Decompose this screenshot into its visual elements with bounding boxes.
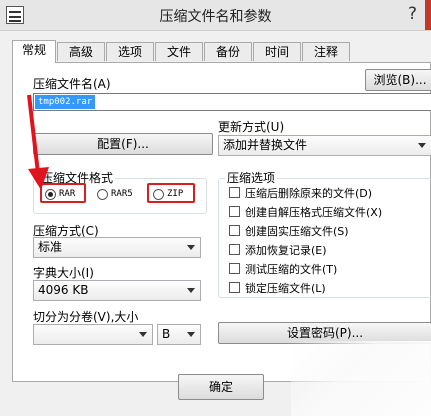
split-volumes-label: 切分为分卷(V),大小 bbox=[33, 310, 139, 324]
solid-label: 创建固实压缩文件(S) bbox=[245, 225, 349, 238]
recovery-record-label: 添加恢复记录(E) bbox=[245, 244, 327, 257]
chevron-down-icon bbox=[187, 245, 195, 250]
recovery-record-checkbox[interactable] bbox=[229, 244, 240, 255]
update-mode-label: 更新方式(U) bbox=[218, 120, 285, 134]
split-size-select[interactable] bbox=[33, 324, 153, 345]
split-unit-select[interactable]: B bbox=[157, 324, 201, 345]
lock-archive-checkbox[interactable] bbox=[229, 282, 240, 293]
dictionary-size-value: 4096 KB bbox=[38, 283, 89, 297]
chevron-down-icon bbox=[187, 332, 195, 337]
compression-method-value: 标准 bbox=[38, 240, 63, 254]
test-files-label: 测试压缩的文件(T) bbox=[245, 263, 338, 276]
tab-options[interactable]: 选项 bbox=[106, 42, 154, 61]
tab-general[interactable]: 常规 bbox=[12, 40, 56, 63]
delete-after-checkbox[interactable] bbox=[229, 187, 240, 198]
update-mode-select[interactable]: 添加并替换文件 bbox=[218, 135, 431, 156]
solid-checkbox[interactable] bbox=[229, 225, 240, 236]
profiles-button[interactable]: 配置(F)... bbox=[33, 133, 213, 155]
help-icon[interactable]: ? bbox=[408, 4, 417, 24]
tab-backup[interactable]: 备份 bbox=[204, 42, 252, 61]
format-rar5-label: RAR5 bbox=[111, 189, 133, 199]
zip-highlight-box bbox=[147, 183, 195, 203]
dictionary-size-select[interactable]: 4096 KB bbox=[33, 280, 201, 301]
general-tab-panel: 压缩文件名(A) 浏览(B)... tmp002.rar 配置(F)... 更新… bbox=[12, 62, 431, 382]
update-mode-value: 添加并替换文件 bbox=[223, 138, 308, 152]
test-files-checkbox[interactable] bbox=[229, 263, 240, 274]
chevron-down-icon bbox=[139, 332, 147, 337]
ok-button[interactable]: 确定 bbox=[178, 374, 264, 400]
chevron-down-icon bbox=[187, 288, 195, 293]
delete-after-label: 压缩后删除原来的文件(D) bbox=[245, 187, 373, 200]
tab-files[interactable]: 文件 bbox=[155, 42, 203, 61]
lock-archive-label: 锁定压缩文件(L) bbox=[245, 282, 326, 295]
sfx-checkbox[interactable] bbox=[229, 206, 240, 217]
browse-button[interactable]: 浏览(B)... bbox=[365, 69, 431, 91]
title-bar: 压缩文件名和参数 ? bbox=[0, 0, 431, 31]
close-button[interactable] bbox=[425, 0, 431, 30]
window-title: 压缩文件名和参数 bbox=[159, 9, 272, 25]
sfx-label: 创建自解压格式压缩文件(X) bbox=[245, 206, 383, 219]
tab-time[interactable]: 时间 bbox=[253, 42, 301, 61]
archive-name-input[interactable]: tmp002.rar bbox=[33, 93, 431, 111]
watermark-blur bbox=[291, 341, 431, 416]
dictionary-size-label: 字典大小(I) bbox=[33, 266, 94, 280]
format-rar5-radio[interactable] bbox=[97, 189, 108, 200]
split-unit-value: B bbox=[162, 327, 171, 341]
annotation-arrow-icon bbox=[27, 94, 49, 190]
chevron-down-icon bbox=[418, 143, 426, 148]
tab-advanced[interactable]: 高级 bbox=[57, 42, 105, 61]
archiving-options-label: 压缩选项 bbox=[225, 169, 278, 186]
tab-comment[interactable]: 注释 bbox=[302, 42, 350, 61]
compression-method-select[interactable]: 标准 bbox=[33, 237, 201, 258]
archive-name-label: 压缩文件名(A) bbox=[33, 77, 111, 91]
